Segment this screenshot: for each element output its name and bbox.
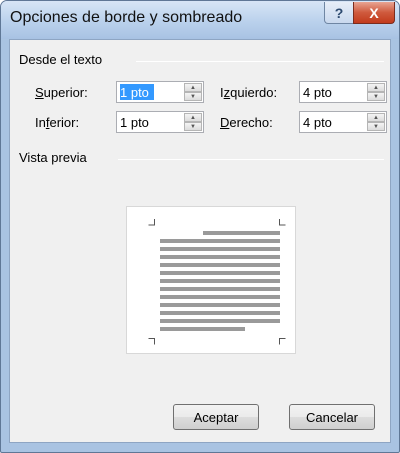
- from-text-group-title: Desde el texto: [19, 52, 103, 67]
- izquierdo-spinbox[interactable]: ▲ ▼: [299, 81, 387, 103]
- group-divider: [118, 159, 384, 160]
- derecho-input[interactable]: [301, 113, 365, 131]
- spin-up-icon[interactable]: ▲: [184, 113, 202, 122]
- superior-spinbox[interactable]: ▲ ▼: [116, 81, 204, 103]
- spin-down-icon[interactable]: ▼: [367, 92, 385, 101]
- preview-text-line: [160, 279, 280, 283]
- corner-mark-bottom-left: [148, 338, 155, 345]
- spin-down-icon[interactable]: ▼: [184, 92, 202, 101]
- spin-up-icon[interactable]: ▲: [367, 113, 385, 122]
- help-button[interactable]: ?: [324, 2, 354, 24]
- preview-text-line: [160, 327, 245, 331]
- corner-mark-bottom-right: [279, 338, 286, 345]
- preview-group-title: Vista previa: [19, 150, 87, 165]
- preview-text-line: [160, 311, 280, 315]
- help-icon: ?: [334, 4, 344, 21]
- preview-text-line: [160, 247, 280, 251]
- close-button[interactable]: X: [353, 2, 395, 24]
- inferior-input[interactable]: [118, 113, 182, 131]
- inferior-spin-buttons[interactable]: ▲ ▼: [184, 113, 202, 131]
- corner-mark-top-left: [148, 219, 155, 226]
- preview-text-line: [160, 239, 280, 243]
- preview-text-line: [160, 287, 280, 291]
- ok-button[interactable]: Aceptar: [173, 404, 259, 430]
- derecho-spin-buttons[interactable]: ▲ ▼: [367, 113, 385, 131]
- derecho-label: Derecho:: [220, 115, 273, 130]
- inferior-label: Inferior:: [35, 115, 80, 130]
- preview-text-line: [160, 255, 280, 259]
- dialog-client-area: Desde el texto Superior: ▲ ▼ Izquierdo: …: [9, 39, 391, 443]
- ok-button-label: Aceptar: [193, 409, 239, 425]
- spin-down-icon[interactable]: ▼: [184, 122, 202, 131]
- spin-up-icon[interactable]: ▲: [367, 83, 385, 92]
- superior-input[interactable]: [118, 83, 182, 101]
- preview-text-line: [160, 303, 280, 307]
- close-icon: X: [369, 4, 379, 21]
- preview-pane: [126, 206, 296, 354]
- superior-label: Superior:: [35, 85, 88, 100]
- preview-text-line: [160, 295, 280, 299]
- cancel-button[interactable]: Cancelar: [289, 404, 375, 430]
- preview-text-line: [203, 231, 280, 235]
- corner-mark-top-right: [279, 219, 286, 226]
- preview-text-line: [160, 263, 280, 267]
- preview-text-line: [160, 319, 280, 323]
- preview-text-line: [160, 271, 280, 275]
- title-bar[interactable]: Opciones de borde y sombreado ? X: [1, 1, 399, 39]
- izquierdo-spin-buttons[interactable]: ▲ ▼: [367, 83, 385, 101]
- dialog-title: Opciones de borde y sombreado: [10, 9, 243, 26]
- inferior-spinbox[interactable]: ▲ ▼: [116, 111, 204, 133]
- superior-spin-buttons[interactable]: ▲ ▼: [184, 83, 202, 101]
- dialog-window: Opciones de borde y sombreado ? X Desde …: [0, 0, 400, 453]
- group-divider: [136, 61, 384, 62]
- derecho-spinbox[interactable]: ▲ ▼: [299, 111, 387, 133]
- spin-down-icon[interactable]: ▼: [367, 122, 385, 131]
- cancel-button-label: Cancelar: [305, 409, 359, 425]
- izquierdo-input[interactable]: [301, 83, 365, 101]
- spin-up-icon[interactable]: ▲: [184, 83, 202, 92]
- izquierdo-label: Izquierdo:: [220, 85, 278, 100]
